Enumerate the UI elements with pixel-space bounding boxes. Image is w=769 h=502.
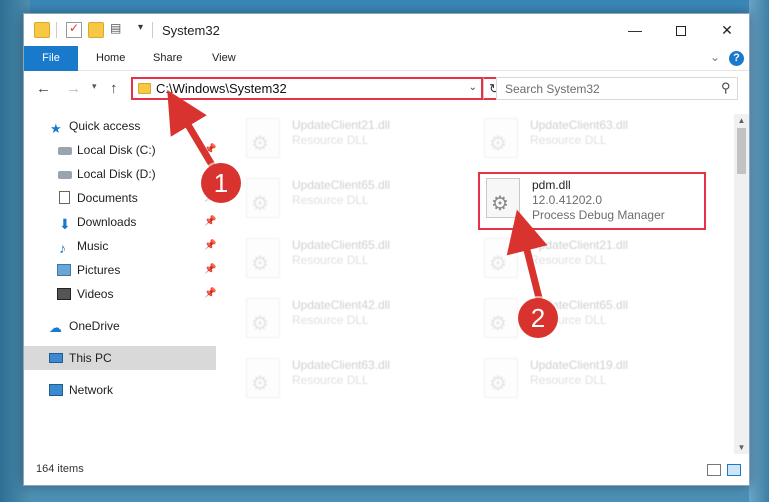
arrow-to-pdm-dll	[506, 209, 548, 306]
annotation-arrows	[167, 89, 548, 306]
step-2-badge: 2	[518, 298, 558, 338]
arrow-to-address-bar	[167, 89, 219, 174]
step-1-badge: 1	[201, 163, 241, 203]
